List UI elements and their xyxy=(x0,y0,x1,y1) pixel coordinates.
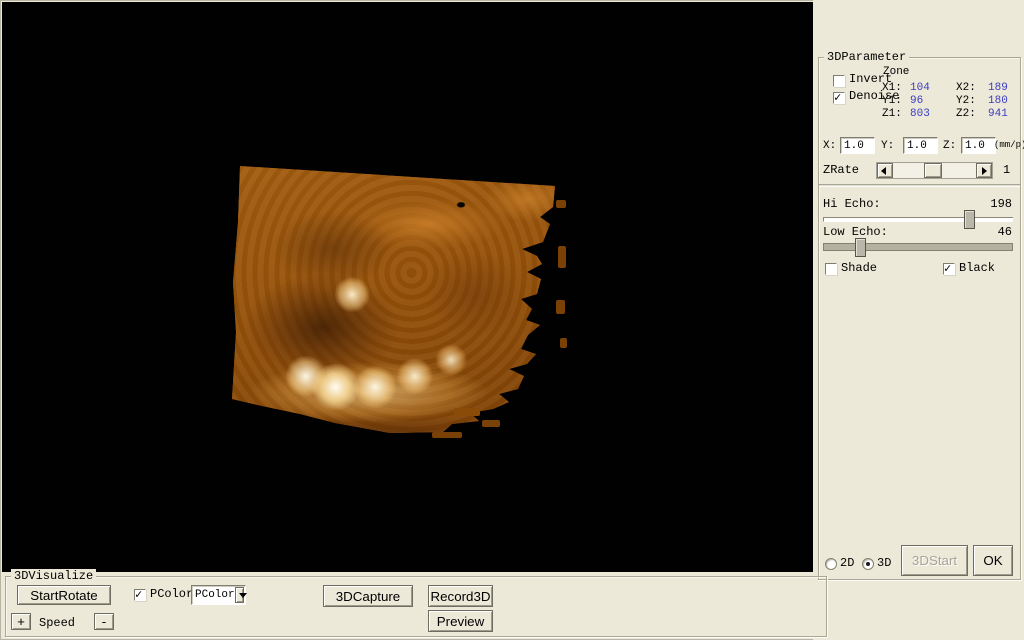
visualize-group-title: 3DVisualize xyxy=(11,569,97,583)
zone-x2-value: 189 xyxy=(988,82,1008,94)
zone-y1-label: Y1: xyxy=(882,95,902,107)
app-window: 3DParameter Invert Denoise Zone X1: 104 … xyxy=(0,0,1024,640)
hi-echo-label: Hi Echo: xyxy=(823,197,881,211)
render-fragment xyxy=(556,200,566,208)
zone-label: Zone xyxy=(883,66,910,78)
zrate-label: ZRate xyxy=(823,163,860,177)
speed-plus-button[interactable]: + xyxy=(11,613,31,630)
arrow-right-icon xyxy=(982,167,987,175)
zrate-scrollbar[interactable] xyxy=(876,162,993,179)
ultrasound-volume-render[interactable] xyxy=(232,166,555,433)
hi-echo-value: 198 xyxy=(990,197,1012,211)
pcolor-dropdown-button[interactable] xyxy=(234,587,247,603)
render-fragment xyxy=(560,338,567,348)
zone-x2-label: X2: xyxy=(956,82,976,94)
zone-x1-label: X1: xyxy=(882,82,902,94)
zone-z2-label: Z2: xyxy=(956,108,976,120)
render-fragment xyxy=(432,432,462,438)
low-echo-slider-track[interactable] xyxy=(823,243,1013,251)
zrate-scrollbar-thumb[interactable] xyxy=(924,163,942,178)
chevron-down-icon xyxy=(238,593,247,598)
scale-x-input[interactable] xyxy=(840,137,875,154)
zrate-scroll-right-button[interactable] xyxy=(976,163,992,178)
shade-checkbox-label[interactable]: Shade xyxy=(841,261,877,275)
zone-y2-label: Y2: xyxy=(956,95,976,107)
preview-button[interactable]: Preview xyxy=(428,610,493,632)
speed-label: Speed xyxy=(39,616,76,630)
pcolor-checkbox-label[interactable]: PColor xyxy=(150,587,193,601)
mode-2d-radio-label[interactable]: 2D xyxy=(840,556,854,570)
capture-3d-button[interactable]: 3DCapture xyxy=(323,585,413,607)
render-fragment xyxy=(556,300,565,314)
low-echo-value: 46 xyxy=(997,225,1012,239)
visualize-groupbox: 3DVisualize StartRotate + Speed - PColor… xyxy=(5,569,827,637)
mode-2d-radio[interactable] xyxy=(825,558,837,570)
low-echo-slider-thumb[interactable] xyxy=(855,238,867,257)
zone-x1-value: 104 xyxy=(910,82,930,94)
ok-button[interactable]: OK xyxy=(973,545,1013,576)
low-echo-slider[interactable] xyxy=(823,238,1013,257)
scale-y-input[interactable] xyxy=(903,137,938,154)
scale-unit-label: (mm/p) xyxy=(994,140,1024,150)
zone-z1-label: Z1: xyxy=(882,108,902,120)
arrow-left-icon xyxy=(881,167,886,175)
pcolor-checkbox[interactable] xyxy=(134,587,146,602)
record-3d-button[interactable]: Record3D xyxy=(428,585,493,607)
black-checkbox-label[interactable]: Black xyxy=(959,261,995,275)
scale-z-input[interactable] xyxy=(961,137,996,154)
scale-x-label: X: xyxy=(823,140,837,152)
scale-z-label: Z: xyxy=(943,140,957,152)
black-checkbox[interactable] xyxy=(943,261,955,276)
echo-groupbox: Hi Echo: 198 Low Echo: 46 Shade Black 2D… xyxy=(818,184,1021,580)
zone-coordinates: X1: 104 X2: 189 Y1: 96 Y2: 180 Z1: 803 Z… xyxy=(882,82,1024,121)
shade-checkbox[interactable] xyxy=(825,263,837,275)
zone-z2-value: 941 xyxy=(988,108,1008,120)
zone-y2-value: 180 xyxy=(988,95,1008,107)
mode-3d-radio-label[interactable]: 3D xyxy=(877,556,891,570)
start-3d-button: 3DStart xyxy=(901,545,968,576)
scale-y-label: Y: xyxy=(881,140,895,152)
start-rotate-button[interactable]: StartRotate xyxy=(17,585,111,605)
zone-z1-value: 803 xyxy=(910,108,930,120)
pcolor-dropdown-value[interactable]: PColor xyxy=(192,589,235,601)
speed-minus-button[interactable]: - xyxy=(94,613,114,630)
invert-checkbox[interactable] xyxy=(833,75,845,87)
hi-echo-slider-thumb[interactable] xyxy=(963,210,975,229)
render-fragment xyxy=(558,246,566,268)
render-fragment xyxy=(482,420,500,427)
zrate-value: 1 xyxy=(1003,163,1011,177)
pcolor-dropdown[interactable]: PColor xyxy=(191,585,247,605)
low-echo-label: Low Echo: xyxy=(823,225,888,239)
denoise-checkbox[interactable] xyxy=(833,90,845,105)
mode-3d-radio[interactable] xyxy=(862,558,874,570)
zone-y1-value: 96 xyxy=(910,95,924,107)
render-viewport[interactable] xyxy=(2,2,813,572)
zrate-scroll-left-button[interactable] xyxy=(877,163,893,178)
parameter-group-title: 3DParameter xyxy=(824,50,910,64)
control-panel: 3DParameter Invert Denoise Zone X1: 104 … xyxy=(813,0,1024,640)
parameter-groupbox: 3DParameter Invert Denoise Zone X1: 104 … xyxy=(818,50,1024,186)
hi-echo-slider-track[interactable] xyxy=(823,217,1013,222)
render-fragment xyxy=(454,408,480,416)
